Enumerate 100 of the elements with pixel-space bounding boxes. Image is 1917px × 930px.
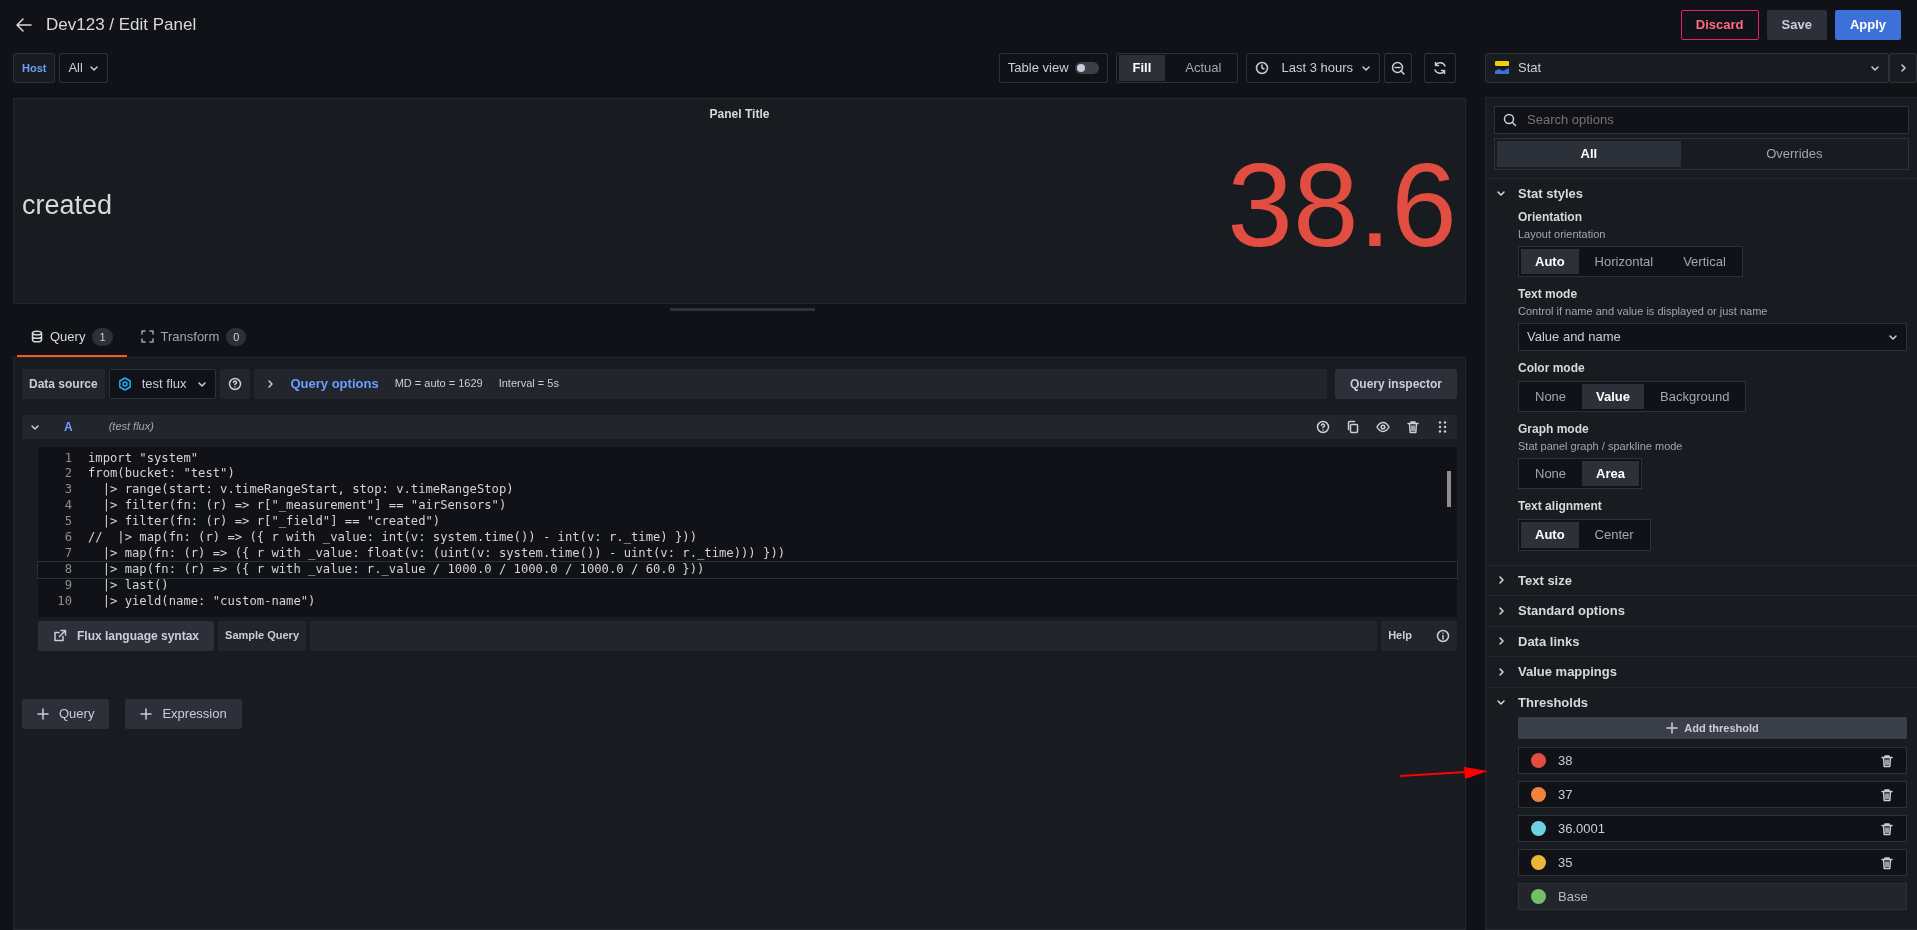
sample-query-label: Sample Query	[218, 620, 307, 651]
search-options-box[interactable]: Search options	[1494, 106, 1909, 134]
threshold-input[interactable]: 38	[1518, 747, 1907, 774]
help-button[interactable]: Help	[1381, 620, 1457, 651]
threshold-input[interactable]: Base	[1518, 883, 1907, 910]
line-number: 4	[63, 498, 73, 515]
options-tab[interactable]: All	[1497, 141, 1681, 167]
info-icon[interactable]	[1436, 628, 1450, 643]
query-ref-name[interactable]: A	[64, 417, 73, 436]
table-view-label: Table view	[1007, 59, 1069, 78]
code-line: |> last()	[101, 577, 169, 594]
action-button[interactable]: Discard	[1680, 10, 1759, 40]
section-title[interactable]: Stat styles	[1518, 183, 1584, 203]
color-dot[interactable]	[1531, 821, 1546, 836]
table-view-toggle[interactable]	[1074, 62, 1099, 74]
max-data-points-text: MD = auto = 1629	[394, 376, 483, 392]
section-title[interactable]: Data links	[1518, 631, 1580, 651]
collapse-options-button[interactable]	[1889, 53, 1917, 83]
query-options-link[interactable]: Query options	[290, 373, 379, 394]
trash-icon[interactable]	[1880, 753, 1894, 768]
field-label: Text mode	[1518, 286, 1579, 303]
scrollbar-thumb[interactable]	[1447, 470, 1451, 507]
plus-icon	[37, 707, 49, 720]
radio-option[interactable]: None	[1521, 383, 1581, 409]
trash-icon[interactable]	[1406, 419, 1420, 434]
count-badge: 0	[226, 327, 247, 346]
help-icon[interactable]	[227, 376, 242, 391]
threshold-input[interactable]: 37	[1518, 781, 1907, 808]
count-badge: 1	[92, 327, 113, 346]
threshold-input[interactable]: 36.0001	[1518, 815, 1907, 842]
trash-icon[interactable]	[1880, 787, 1894, 802]
zoom-out-icon[interactable]	[1391, 61, 1405, 75]
expand-icon[interactable]	[1496, 666, 1506, 677]
select-field[interactable]: Value and name	[1518, 322, 1907, 351]
color-dot[interactable]	[1531, 753, 1546, 768]
variable-dropdown[interactable]: All	[59, 53, 108, 83]
section-title[interactable]: Value mappings	[1518, 662, 1617, 682]
resize-handle[interactable]	[670, 308, 815, 311]
query-inspector-button[interactable]: Query inspector	[1334, 368, 1457, 399]
radio-option[interactable]: Value	[1582, 383, 1645, 409]
plus-icon	[140, 707, 153, 720]
threshold-input[interactable]: 35	[1518, 849, 1907, 876]
copy-icon[interactable]	[1346, 419, 1360, 434]
visualization-picker[interactable]: Stat	[1485, 53, 1889, 83]
line-number: 8	[63, 561, 73, 578]
flux-syntax-button[interactable]: Flux language syntax	[38, 620, 215, 651]
data-source-picker[interactable]: test flux	[108, 368, 216, 399]
eye-icon[interactable]	[1376, 419, 1390, 434]
time-range-picker[interactable]: Last 3 hours	[1246, 53, 1380, 83]
radio-option[interactable]: Vertical	[1669, 248, 1740, 274]
line-number: 6	[63, 530, 73, 546]
collapse-icon[interactable]	[1496, 697, 1506, 708]
query-tab[interactable]: Transform 0	[126, 319, 261, 357]
collapse-icon[interactable]	[1496, 188, 1506, 199]
field-label: Graph mode	[1518, 421, 1590, 438]
interval-text: Interval = 5s	[498, 376, 559, 392]
radio-option[interactable]: Horizontal	[1580, 248, 1668, 274]
data-source-label: Data source	[22, 368, 105, 399]
page-title: Dev123 / Edit Panel	[46, 14, 198, 37]
database-icon	[31, 330, 43, 344]
radio-option[interactable]: Center	[1580, 522, 1648, 548]
search-options-field[interactable]: Search options	[1525, 109, 1900, 131]
trash-icon[interactable]	[1880, 821, 1894, 836]
field-label: Color mode	[1518, 359, 1586, 377]
variable-label: Host	[13, 53, 56, 83]
trash-icon[interactable]	[1880, 855, 1894, 870]
line-number: 9	[63, 577, 73, 594]
code-line: // |> map(fn: (r) => ({ r with _value: int(v: system.time()) - int(v: r._time) }))	[88, 530, 697, 546]
stat-name: created	[22, 188, 113, 222]
expand-icon[interactable]	[1496, 575, 1506, 586]
field-label: Text alignment	[1518, 498, 1603, 515]
radio-option[interactable]: Auto	[1521, 248, 1579, 274]
clock-icon	[1255, 61, 1270, 75]
color-dot[interactable]	[1531, 787, 1546, 802]
expand-icon[interactable]	[1496, 605, 1506, 616]
radio-option[interactable]: None	[1521, 460, 1581, 486]
radio-option[interactable]: Auto	[1521, 522, 1579, 548]
add-threshold-button[interactable]: Add threshold	[1518, 717, 1907, 739]
size-mode-tab[interactable]: Fill	[1118, 55, 1166, 81]
action-button[interactable]: Apply	[1834, 10, 1901, 40]
section-title[interactable]: Thresholds	[1518, 692, 1589, 712]
color-dot[interactable]	[1531, 855, 1546, 870]
help-icon[interactable]	[1316, 419, 1330, 434]
add-query-button[interactable]: Query	[22, 698, 110, 729]
radio-option[interactable]: Background	[1646, 383, 1744, 409]
add-query-button[interactable]: Expression	[125, 698, 242, 729]
refresh-icon[interactable]	[1433, 61, 1447, 75]
back-icon[interactable]	[14, 15, 34, 35]
drag-handle-icon[interactable]	[1436, 419, 1449, 434]
caret-icon	[1870, 63, 1880, 73]
radio-option[interactable]: Area	[1582, 460, 1639, 486]
color-dot[interactable]	[1531, 889, 1546, 904]
expand-icon[interactable]	[1496, 636, 1506, 647]
code-line: |> filter(fn: (r) => r["_measurement"] == "airSensors")	[101, 498, 507, 515]
section-title[interactable]: Text size	[1518, 570, 1572, 590]
action-button[interactable]: Save	[1766, 10, 1827, 40]
size-mode-tab[interactable]: Actual	[1171, 55, 1236, 81]
line-number: 2	[63, 466, 73, 483]
options-tab[interactable]: Overrides	[1682, 141, 1906, 167]
section-title[interactable]: Standard options	[1518, 601, 1625, 621]
